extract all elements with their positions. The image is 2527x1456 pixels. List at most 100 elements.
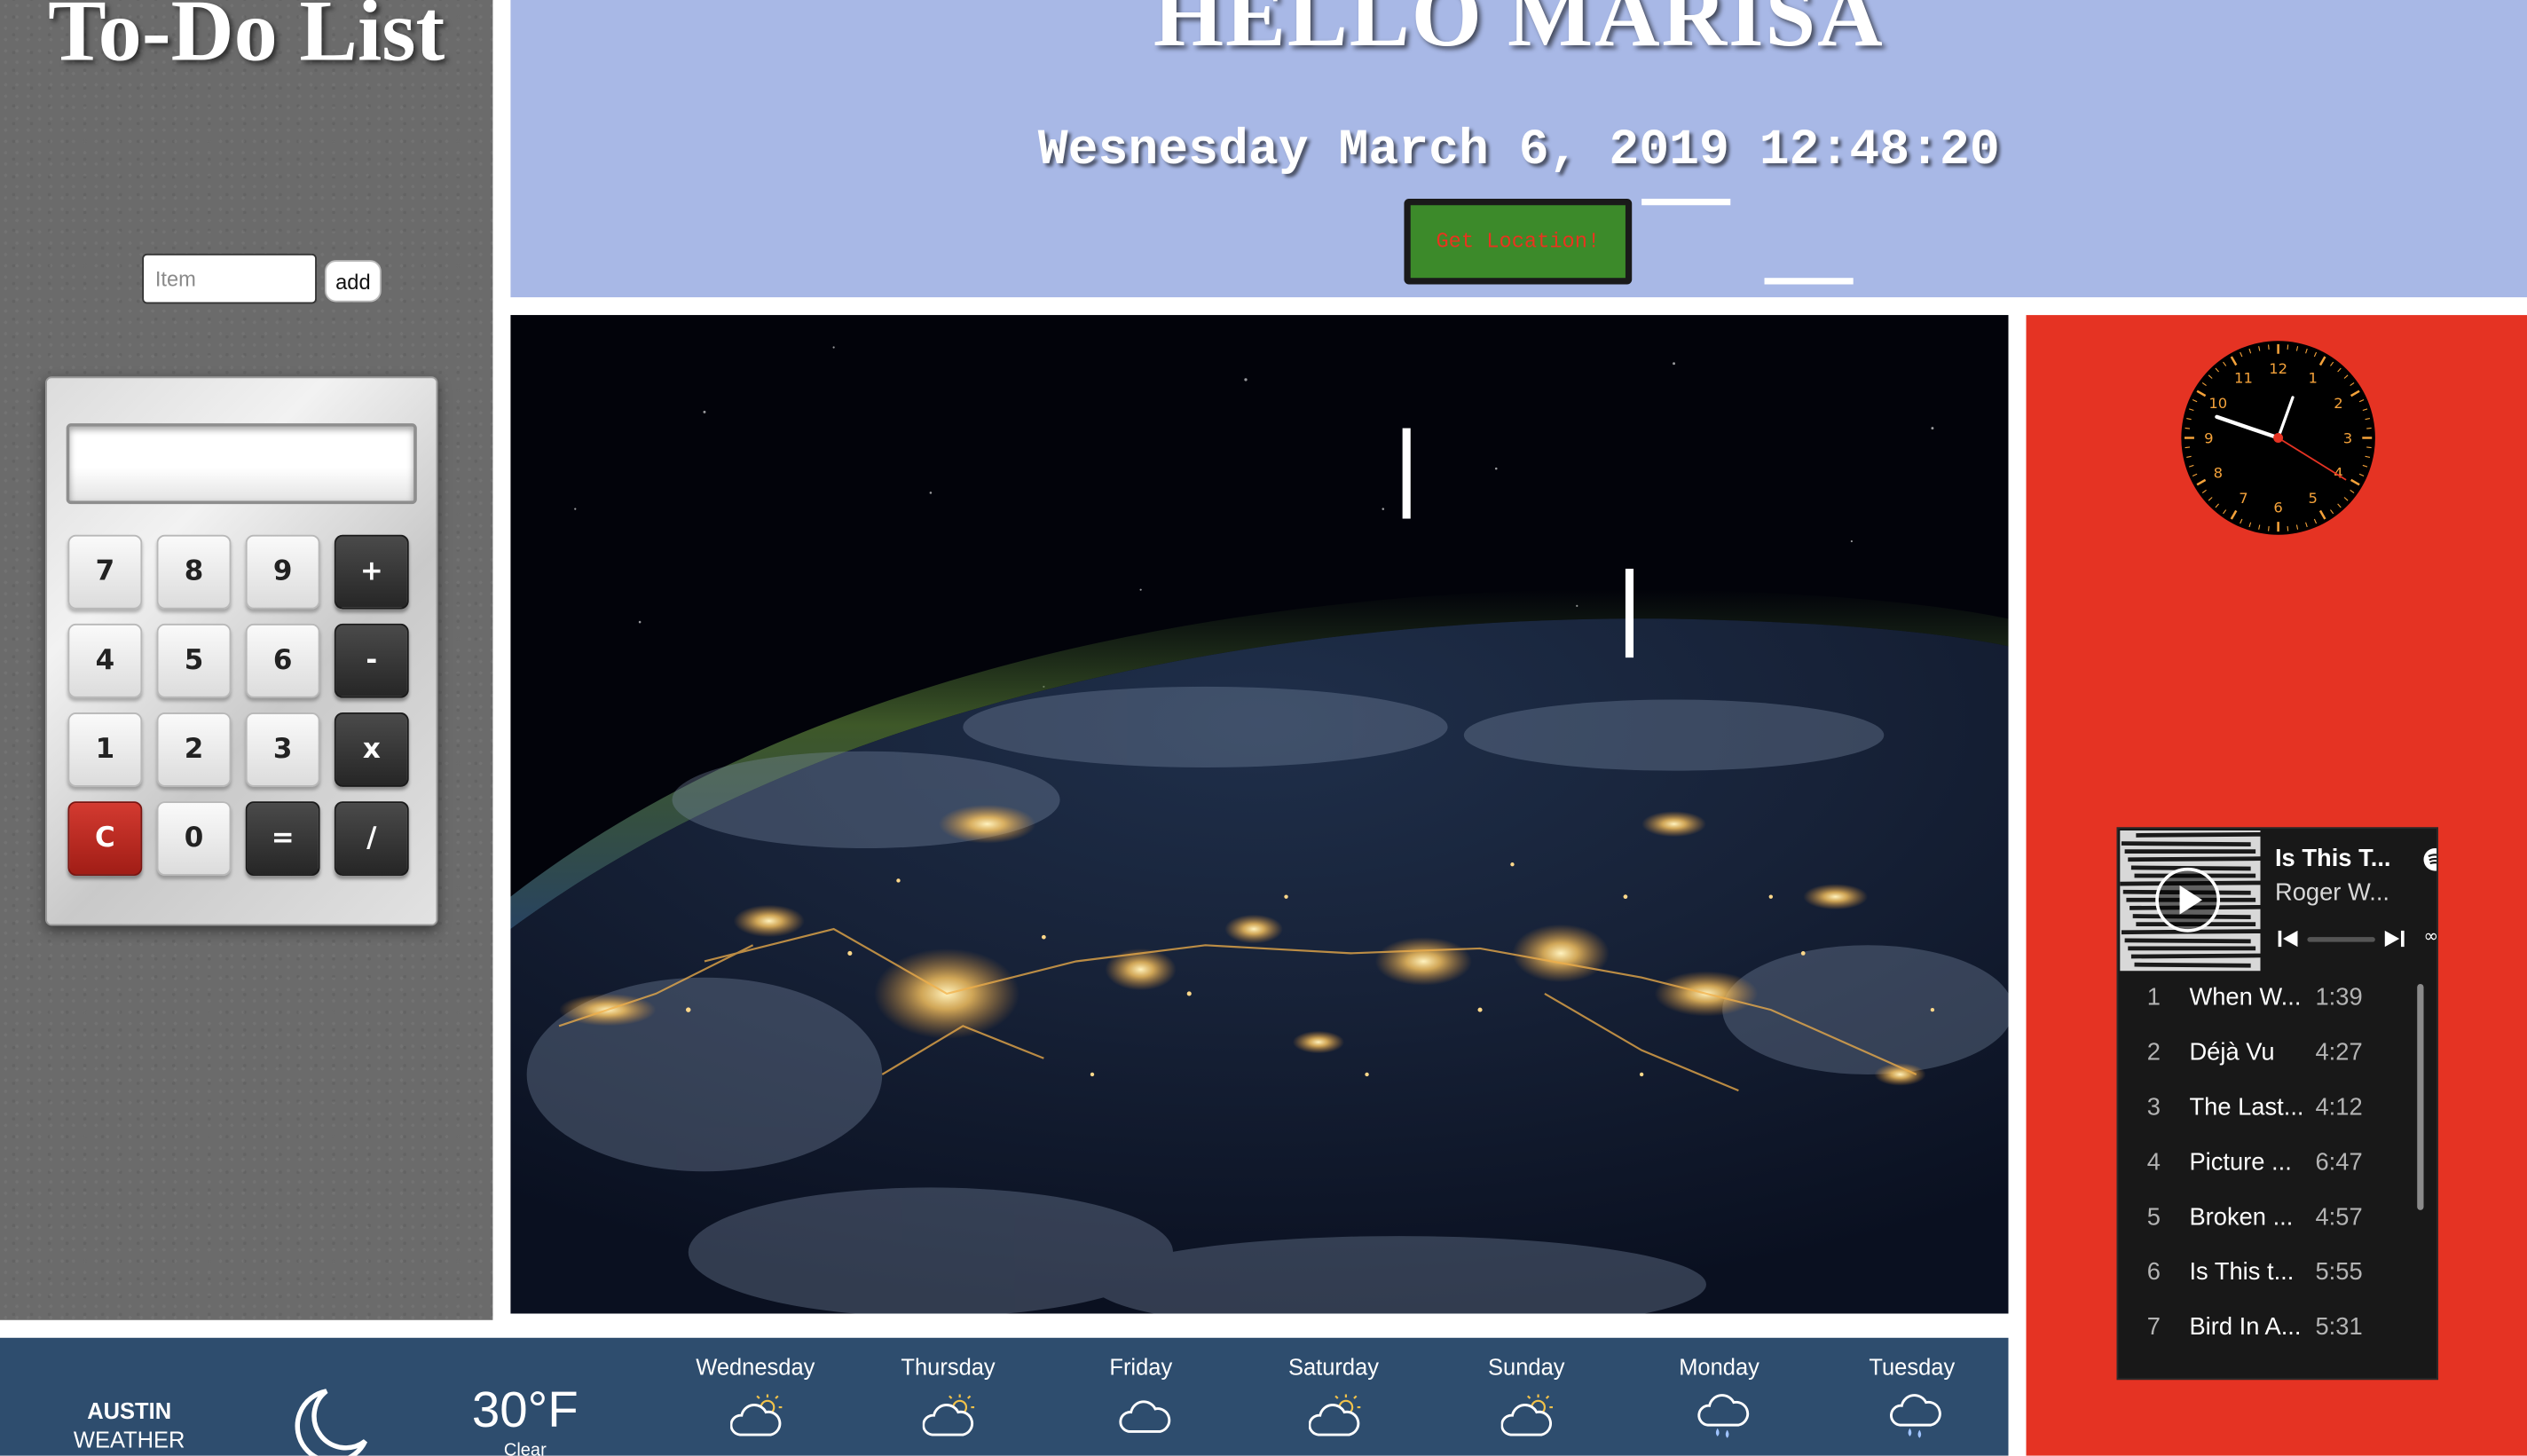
track-row[interactable]: 3 The Last... 4:12 — [2118, 1081, 2421, 1136]
earth-video[interactable] — [510, 315, 2009, 1314]
dashboard: To-Do List add 789+456-123xC0=/ HELLO MA… — [0, 0, 2527, 1456]
track-number: 6 — [2146, 1258, 2161, 1287]
clock-tick — [2287, 344, 2289, 350]
calculator: 7 8 9 +4 5 6- 1 2 3 x C 0 = / — [44, 376, 438, 926]
rain-cloud-icon — [1694, 1393, 1749, 1442]
track-title: The Last... — [2189, 1093, 2304, 1122]
clock-tick — [2185, 427, 2191, 429]
album-cover — [2120, 830, 2261, 972]
todo-item-input[interactable] — [142, 253, 317, 304]
get-location-button[interactable]: Get Location! — [1404, 198, 1633, 285]
clock-numeral: 6 — [2273, 500, 2282, 516]
previous-track-icon[interactable] — [2277, 927, 2299, 949]
moon-icon — [295, 1389, 368, 1456]
track-title: Bird In A... — [2189, 1313, 2302, 1342]
track-row[interactable]: 2 Déjà Vu 4:27 — [2118, 1026, 2421, 1081]
forecast-day: Sunday — [1430, 1338, 1623, 1456]
track-row[interactable]: 7 Bird In A... 5:31 — [2118, 1301, 2421, 1356]
clock-tick — [2268, 344, 2270, 350]
get-location-label: Get Location! — [1410, 205, 1626, 279]
calc-key[interactable]: x — [334, 712, 409, 787]
weather-bar: AUSTIN WEATHER 30°F Clear Wednesday Thurs… — [0, 1337, 2009, 1456]
track-title: Broken ... — [2189, 1203, 2294, 1232]
calc-key[interactable]: 9 — [245, 534, 320, 610]
todo-panel: To-Do List add 789+456- 123x C0=/ — [0, 0, 493, 1320]
now-playing-artist: Roger W... — [2274, 878, 2390, 907]
progress-bar[interactable] — [2307, 937, 2375, 942]
overlay-bar — [1402, 428, 1411, 519]
next-track-icon[interactable] — [2383, 927, 2405, 949]
clock-tick — [2185, 446, 2191, 449]
partly-cloudy-icon — [729, 1393, 785, 1442]
calc-key[interactable]: 3 — [245, 712, 320, 787]
calculator-display — [66, 423, 417, 505]
clock-numeral: 11 — [2234, 370, 2253, 387]
track-duration: 5:55 — [2315, 1258, 2363, 1287]
track-duration: 5:31 — [2315, 1313, 2363, 1342]
calc-key[interactable]: 0 — [156, 801, 232, 876]
track-list: 1 When W... 1:39 2 Déjà Vu 4:27 3 The Last... 4:… — [2118, 971, 2421, 1378]
cloud-icon — [1116, 1393, 1171, 1442]
add-button[interactable]: add — [325, 260, 382, 303]
track-number: 1 — [2146, 983, 2161, 1011]
track-row[interactable]: 1 When W... 1:39 — [2118, 971, 2421, 1026]
greeting: HELLO MARISA — [1153, 0, 1885, 67]
forecast-day-name: Friday — [1109, 1353, 1173, 1381]
calc-key[interactable]: C — [67, 801, 143, 876]
calc-key[interactable]: / — [334, 801, 409, 876]
music-player[interactable]: Is This T... Roger W... ∞ 1 When W... 1:39… — [2116, 827, 2438, 1381]
earth-at-night-image — [510, 315, 2009, 1314]
calc-key[interactable]: - — [334, 623, 409, 698]
clock-tick — [2366, 446, 2372, 449]
calc-key[interactable]: = — [245, 801, 320, 876]
shuffle-icon[interactable]: ∞ — [2424, 925, 2437, 947]
partly-cloudy-icon — [922, 1393, 978, 1442]
analog-clock-icon: 121234567891011 — [2181, 341, 2375, 535]
clock-numeral: 8 — [2214, 464, 2223, 481]
track-duration: 4:27 — [2315, 1038, 2363, 1066]
forecast-day-name: Monday — [1679, 1353, 1759, 1381]
calc-key[interactable]: 1 — [67, 712, 143, 787]
calc-key[interactable]: 2 — [156, 712, 232, 787]
clock-numeral: 1 — [2309, 370, 2318, 387]
play-button[interactable] — [2155, 867, 2221, 933]
play-icon — [2179, 885, 2203, 915]
track-duration: 1:39 — [2315, 983, 2363, 1011]
calc-key[interactable]: + — [334, 534, 409, 610]
calc-key[interactable]: 6 — [245, 623, 320, 698]
track-number: 7 — [2146, 1313, 2161, 1342]
tracklist-scrollbar[interactable] — [2417, 983, 2424, 1210]
calc-key[interactable]: 7 — [67, 534, 143, 610]
forecast-day: Wednesday — [659, 1338, 852, 1456]
track-number: 5 — [2146, 1203, 2161, 1232]
forecast-day: Saturday — [1238, 1338, 1430, 1456]
calc-key[interactable]: 4 — [67, 623, 143, 698]
track-title: When W... — [2189, 983, 2302, 1011]
track-number: 4 — [2146, 1148, 2161, 1177]
track-duration: 4:12 — [2315, 1093, 2363, 1122]
track-row[interactable]: 4 Picture ... 6:47 — [2118, 1136, 2421, 1191]
track-row[interactable]: 5 Broken ... 4:57 — [2118, 1191, 2421, 1246]
forecast-day-name: Thursday — [901, 1353, 996, 1381]
track-row[interactable]: 6 Is This t... 5:55 — [2118, 1246, 2421, 1301]
partly-cloudy-icon — [1500, 1393, 1556, 1442]
forecast-day: Monday — [1623, 1338, 1815, 1456]
clock-numeral: 7 — [2239, 490, 2248, 507]
weather-location: AUSTIN WEATHER — [49, 1396, 210, 1454]
track-duration: 4:57 — [2315, 1203, 2363, 1232]
track-duration: 6:47 — [2315, 1148, 2363, 1177]
forecast-day-name: Saturday — [1287, 1353, 1380, 1381]
track-number: 2 — [2146, 1038, 2161, 1066]
now-playing-title: Is This T... — [2274, 845, 2391, 873]
forecast-day: Thursday — [852, 1338, 1044, 1456]
forecast-day: Friday — [1044, 1338, 1237, 1456]
clock-numeral: 2 — [2334, 395, 2342, 412]
datetime: Wesnesday March 6, 2019 12:48:20 — [1037, 122, 2000, 180]
calc-key[interactable]: 5 — [156, 623, 232, 698]
forecast-day: Tuesday — [1815, 1338, 2008, 1456]
spotify-icon[interactable] — [2423, 848, 2438, 871]
clock-numeral: 10 — [2208, 395, 2227, 412]
track-title: Is This t... — [2189, 1258, 2295, 1287]
calc-key[interactable]: 8 — [156, 534, 232, 610]
track-number: 3 — [2146, 1093, 2161, 1122]
